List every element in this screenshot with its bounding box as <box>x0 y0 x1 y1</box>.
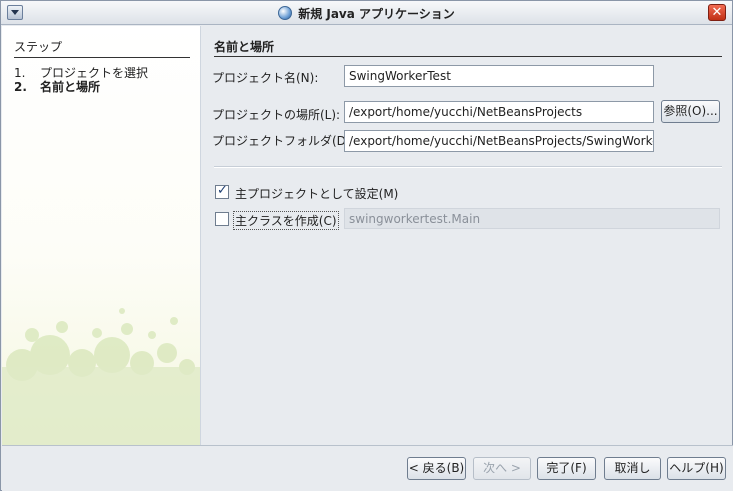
java-project-icon <box>278 6 293 20</box>
form-panel: 名前と場所 プロジェクト名(N): SwingWorkerTest プロジェクト… <box>202 26 732 445</box>
window-title: 新規 Java アプリケーション <box>1 5 732 22</box>
create-main-class-checkbox[interactable] <box>215 212 229 226</box>
close-icon: ✕ <box>711 5 723 20</box>
project-name-label: プロジェクト名(N): <box>212 71 319 85</box>
set-main-project-checkbox[interactable] <box>215 183 229 199</box>
create-main-class-label[interactable]: 主クラスを作成(C) <box>233 211 339 230</box>
project-location-label: プロジェクトの場所(L): <box>212 108 341 122</box>
section-title: 名前と場所 <box>214 38 722 57</box>
step-number: 2. <box>14 80 27 94</box>
divider <box>214 166 722 168</box>
steps-panel: ステップ 1. プロジェクトを選択 2. 名前と場所 <box>2 26 201 445</box>
project-location-input[interactable]: /export/home/yucchi/NetBeansProjects <box>344 101 654 123</box>
cancel-button[interactable]: 取消し <box>604 457 661 480</box>
next-button: 次へ > <box>473 457 531 480</box>
steps-title: ステップ <box>14 38 190 58</box>
project-folder-label: プロジェクトフォルダ(D): <box>212 134 355 148</box>
step-label: 名前と場所 <box>40 80 101 94</box>
decorative-bubbles <box>2 308 200 445</box>
title-bar: 新規 Java アプリケーション ✕ <box>1 1 732 25</box>
close-button[interactable]: ✕ <box>708 4 726 21</box>
help-button[interactable]: ヘルプ(H) <box>667 457 726 480</box>
finish-button[interactable]: 完了(F) <box>537 457 596 480</box>
dialog-window: 新規 Java アプリケーション ✕ ステップ 1. プロジェクトを選択 2. 名前… <box>0 0 733 491</box>
step-item-name-location: 2. 名前と場所 <box>14 78 100 95</box>
set-main-project-label[interactable]: 主プロジェクトとして設定(M) <box>235 185 398 202</box>
project-name-input[interactable]: SwingWorkerTest <box>344 65 654 87</box>
project-folder-input[interactable]: /export/home/yucchi/NetBeansProjects/Swi… <box>344 130 654 152</box>
window-title-text: 新規 Java アプリケーション <box>298 7 455 21</box>
button-bar: < 戻る(B) 次へ > 完了(F) 取消し ヘルプ(H) <box>2 445 733 491</box>
browse-button[interactable]: 参照(O)... <box>661 100 720 123</box>
back-button[interactable]: < 戻る(B) <box>407 457 466 480</box>
main-class-input: swingworkertest.Main <box>344 208 720 229</box>
